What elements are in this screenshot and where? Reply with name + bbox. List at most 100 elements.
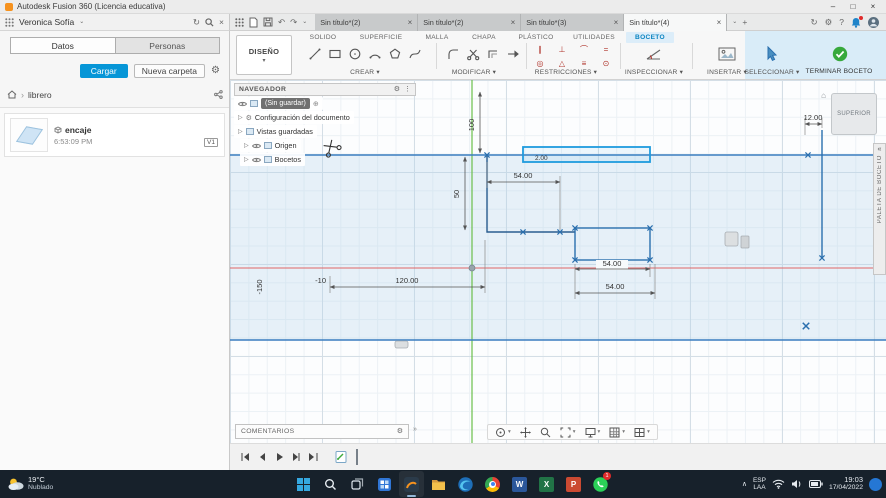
- tab-close-icon[interactable]: ×: [408, 18, 413, 27]
- taskbar-edge-icon[interactable]: [453, 471, 478, 497]
- window-maximize-button[interactable]: □: [845, 0, 861, 13]
- inspect-group-dropdown[interactable]: INSPECCIONAR ▾: [625, 68, 683, 76]
- finish-sketch-label[interactable]: TERMINAR BOCETO: [806, 68, 873, 75]
- perpendicular-constraint-icon[interactable]: ⊥: [554, 43, 570, 56]
- tree-caret-icon[interactable]: ▷: [238, 128, 243, 135]
- env-tab-utilidades[interactable]: UTILIDADES: [566, 32, 622, 43]
- taskbar-clock[interactable]: 19:03 17/04/2022: [829, 475, 863, 492]
- project-item-encaje[interactable]: encaje 6:53:09 PM V1: [4, 113, 225, 157]
- env-tab-superficie[interactable]: SUPERFICIE: [350, 32, 412, 43]
- orbit-tool[interactable]: ▾: [495, 427, 511, 438]
- taskbar-whatsapp-icon[interactable]: 1: [588, 471, 613, 497]
- eye-icon[interactable]: [238, 101, 247, 107]
- notification-center-badge[interactable]: [869, 477, 882, 491]
- taskbar-excel-icon[interactable]: X: [534, 471, 559, 497]
- comments-expand-icon[interactable]: »: [413, 426, 417, 433]
- document-tab-2[interactable]: Sin título*(2) ×: [418, 13, 522, 31]
- rectangle-tool[interactable]: [326, 44, 344, 64]
- tab-personas[interactable]: Personas: [115, 37, 220, 54]
- taskbar-widgets-button[interactable]: [372, 471, 397, 497]
- eye-icon[interactable]: [251, 143, 261, 149]
- tree-caret-icon[interactable]: ▷: [244, 156, 249, 163]
- modify-group-dropdown[interactable]: MODIFICAR ▾: [452, 68, 496, 76]
- line-tool[interactable]: [306, 44, 324, 64]
- tree-caret-icon[interactable]: ▷: [244, 142, 249, 149]
- tab-close-icon[interactable]: ×: [614, 18, 619, 27]
- share-icon[interactable]: [214, 90, 223, 99]
- comments-bar[interactable]: COMENTARIOS ⚙: [235, 424, 409, 439]
- fix-constraint-icon[interactable]: ⊙: [598, 57, 614, 70]
- tangent-constraint-icon[interactable]: ⌒: [576, 43, 592, 56]
- save-icon[interactable]: [263, 17, 273, 27]
- dimension-label-54-mid[interactable]: 54.00: [603, 259, 622, 268]
- tab-close-icon[interactable]: ×: [717, 18, 722, 27]
- pan-tool[interactable]: [519, 426, 531, 438]
- document-tab-3[interactable]: Sin título*(3) ×: [521, 13, 625, 31]
- tray-overflow-icon[interactable]: ∧: [742, 480, 747, 488]
- data-settings-gear-icon[interactable]: ⚙: [211, 66, 220, 76]
- fillet-tool[interactable]: [444, 44, 462, 64]
- user-dropdown-icon[interactable]: ⌄: [79, 19, 84, 25]
- viewcube-home-icon[interactable]: ⌂: [821, 91, 826, 100]
- spline-tool[interactable]: [406, 44, 424, 64]
- polygon-tool[interactable]: [386, 44, 404, 64]
- constraints-group-dropdown[interactable]: RESTRICCIONES ▾: [535, 68, 597, 76]
- arc-tool[interactable]: [366, 44, 384, 64]
- extend-tool[interactable]: [504, 44, 522, 64]
- insert-group-dropdown[interactable]: INSERTAR ▾: [707, 68, 747, 76]
- taskbar-word-icon[interactable]: W: [507, 471, 532, 497]
- taskbar-file-explorer-icon[interactable]: [426, 471, 451, 497]
- model-canvas[interactable]: 54.00 100 50 120.00 -10 -150 54.00 54.00…: [230, 80, 886, 443]
- job-status-icon[interactable]: ↻: [811, 18, 818, 27]
- home-icon[interactable]: [7, 90, 17, 99]
- equal-constraint-icon[interactable]: =: [598, 43, 614, 56]
- env-tab-malla[interactable]: MALLA: [416, 32, 458, 43]
- new-tab-icon[interactable]: +: [742, 18, 747, 27]
- browser-item-document-settings[interactable]: ▷ ⚙ Configuración del documento: [234, 111, 416, 124]
- env-tab-chapa[interactable]: CHAPA: [462, 32, 506, 43]
- refresh-icon[interactable]: ↻: [193, 18, 200, 27]
- dimension-label-54-top[interactable]: 54.00: [514, 171, 533, 180]
- timeline-step-forward-button[interactable]: [291, 452, 301, 462]
- create-group-dropdown[interactable]: CREAR ▾: [350, 68, 380, 76]
- dimension-label-120[interactable]: 120.00: [396, 276, 419, 285]
- browser-panel-header[interactable]: NAVEGADOR ⚙ ⋮: [234, 83, 416, 96]
- browser-item-sketches[interactable]: ▷ Bocetos: [234, 153, 416, 166]
- env-tab-solido[interactable]: SOLIDO: [300, 32, 346, 43]
- browser-item-origin[interactable]: ▷ Origen: [234, 139, 416, 152]
- dimension-label-54-bottom[interactable]: 54.00: [606, 282, 625, 291]
- item-version-badge[interactable]: V1: [204, 138, 218, 147]
- viewports-tool[interactable]: ▾: [634, 427, 650, 438]
- file-menu-grid-icon[interactable]: [235, 17, 244, 27]
- document-tab-1[interactable]: Sin título*(2) ×: [315, 13, 419, 31]
- browser-menu-icon[interactable]: ⋮: [404, 86, 411, 93]
- user-name[interactable]: Veronica Sofía: [19, 17, 74, 27]
- select-group-dropdown[interactable]: SELECCIONAR ▾: [744, 68, 799, 76]
- timeline-playhead[interactable]: [356, 449, 358, 465]
- display-settings-tool[interactable]: ▾: [585, 427, 600, 438]
- add-icon[interactable]: ⊕: [313, 100, 319, 108]
- eye-icon[interactable]: [251, 157, 261, 163]
- taskbar-search-button[interactable]: [318, 471, 343, 497]
- keyboard-language-indicator[interactable]: ESP LAA: [753, 477, 766, 491]
- redo-dropdown-icon[interactable]: ⌄: [302, 19, 307, 25]
- fit-view-tool[interactable]: ▾: [560, 427, 576, 438]
- timeline-skip-end-button[interactable]: [308, 452, 318, 462]
- upload-button[interactable]: Cargar: [79, 64, 128, 78]
- offset-tool[interactable]: [484, 44, 502, 64]
- comments-gear-icon[interactable]: ⚙: [397, 428, 403, 435]
- reference-label-50[interactable]: 50: [452, 190, 461, 198]
- circle-tool[interactable]: [346, 44, 364, 64]
- expand-palette-icon[interactable]: «: [878, 146, 882, 153]
- taskbar-task-view-button[interactable]: [345, 471, 370, 497]
- reference-label-neg10[interactable]: -10: [315, 276, 326, 285]
- select-tool[interactable]: [763, 44, 781, 64]
- parallel-constraint-icon[interactable]: ∥: [532, 43, 548, 56]
- timeline-play-button[interactable]: [274, 452, 284, 462]
- taskbar-chrome-icon[interactable]: [480, 471, 505, 497]
- viewcube[interactable]: SUPERIOR: [831, 93, 877, 135]
- breadcrumb-folder[interactable]: librero: [28, 90, 52, 100]
- taskbar-fusion360-icon[interactable]: [399, 471, 424, 497]
- browser-root-row[interactable]: (Sin guardar) ⊕: [234, 97, 416, 110]
- volume-icon[interactable]: [791, 479, 803, 489]
